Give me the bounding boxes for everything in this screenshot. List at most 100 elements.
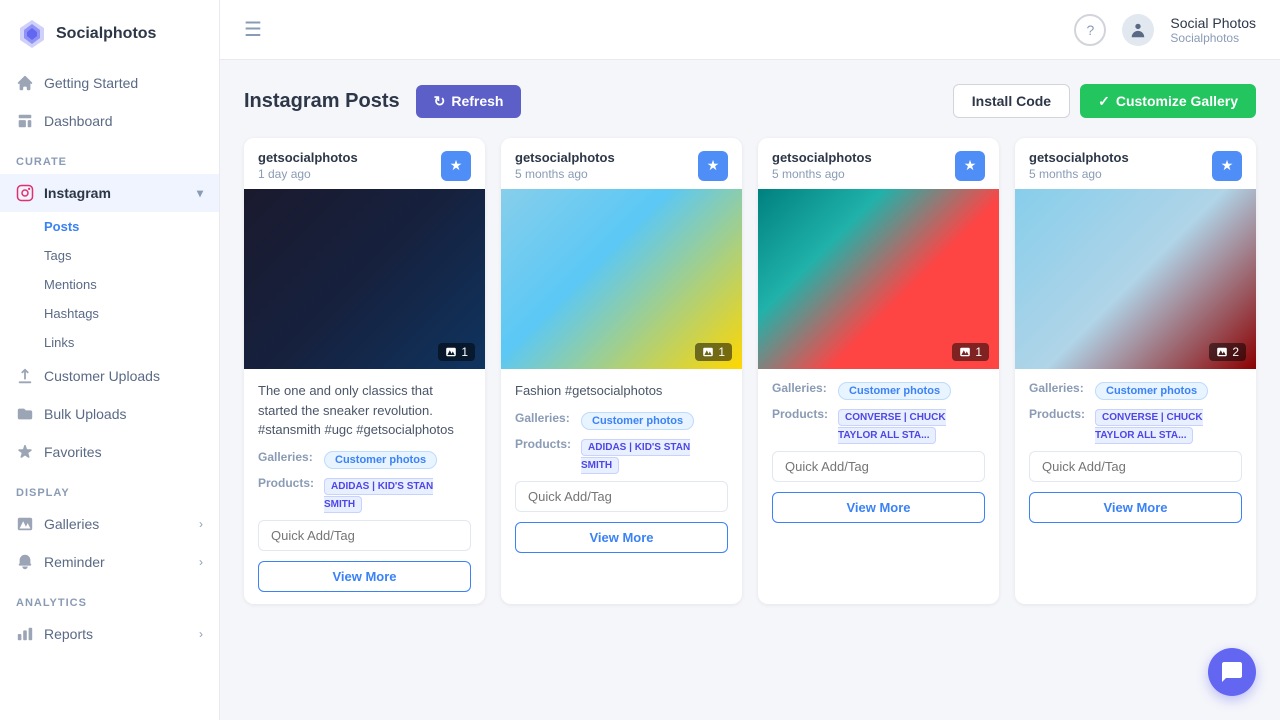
galleries-label: Galleries — [44, 516, 99, 532]
sidebar-item-mentions[interactable]: Mentions — [44, 270, 219, 299]
sidebar-item-links[interactable]: Links — [44, 328, 219, 357]
gallery-tags: Customer photos — [324, 450, 437, 468]
install-code-button[interactable]: Install Code — [953, 84, 1070, 118]
quick-add-input[interactable] — [1029, 451, 1242, 482]
image-count: 1 — [695, 343, 732, 361]
refresh-label: Refresh — [451, 93, 503, 109]
bulk-upload-icon — [16, 405, 34, 423]
card-time: 5 months ago — [515, 167, 615, 181]
hamburger-menu[interactable]: ☰ — [244, 17, 262, 42]
quick-add-input[interactable] — [515, 481, 728, 512]
quick-add-input[interactable] — [772, 451, 985, 482]
galleries-row: Galleries: Customer photos — [258, 450, 471, 468]
sidebar-item-getting-started-label: Getting Started — [44, 75, 138, 91]
sidebar-item-reminder[interactable]: Reminder › — [0, 543, 219, 581]
sidebar-item-bulk-uploads[interactable]: Bulk Uploads — [0, 395, 219, 433]
galleries-chevron-icon: › — [199, 517, 203, 531]
sidebar-item-dashboard[interactable]: Dashboard — [0, 102, 219, 140]
product-tags: CONVERSE | CHUCK TAYLOR ALL STA... — [1095, 407, 1242, 443]
products-label: Products: — [772, 407, 832, 421]
view-more-button[interactable]: View More — [515, 522, 728, 553]
star-button[interactable]: ★ — [441, 151, 471, 181]
star-button[interactable]: ★ — [1212, 151, 1242, 181]
products-row: Products: ADIDAS | KID'S STAN SMITH — [515, 437, 728, 473]
galleries-label: Galleries: — [258, 450, 318, 464]
card-body: Galleries: Customer photos Products: CON… — [1015, 369, 1256, 535]
sidebar: Socialphotos Getting Started Dashboard C… — [0, 0, 220, 720]
product-tag: ADIDAS | KID'S STAN SMITH — [581, 439, 690, 474]
sidebar-item-reports[interactable]: Reports › — [0, 615, 219, 653]
content-header: Instagram Posts ↻ Refresh Install Code ✓… — [244, 84, 1256, 118]
favorites-label: Favorites — [44, 444, 102, 460]
sidebar-item-customer-uploads[interactable]: Customer Uploads — [0, 357, 219, 395]
star-icon — [16, 443, 34, 461]
sidebar-item-favorites[interactable]: Favorites — [0, 433, 219, 471]
reports-label: Reports — [44, 626, 93, 642]
content-header-right: Install Code ✓ Customize Gallery — [953, 84, 1256, 118]
card-body: The one and only classics that started t… — [244, 369, 485, 604]
bell-icon — [16, 553, 34, 571]
card-time: 5 months ago — [1029, 167, 1129, 181]
sidebar-item-instagram[interactable]: Instagram ▾ — [0, 174, 219, 212]
reports-icon — [16, 625, 34, 643]
instagram-item-left: Instagram — [16, 184, 111, 202]
sidebar-item-galleries[interactable]: Galleries › — [0, 505, 219, 543]
gallery-tags: Customer photos — [1095, 381, 1208, 399]
help-button[interactable]: ? — [1074, 14, 1106, 46]
galleries-row: Galleries: Customer photos — [1029, 381, 1242, 399]
product-tag: ADIDAS | KID'S STAN SMITH — [324, 478, 433, 513]
star-button[interactable]: ★ — [698, 151, 728, 181]
sidebar-section-display: DISPLAY — [0, 471, 219, 505]
chat-icon — [1220, 660, 1244, 684]
customer-uploads-label: Customer Uploads — [44, 368, 160, 384]
view-more-button[interactable]: View More — [258, 561, 471, 592]
dashboard-icon — [16, 112, 34, 130]
image-count: 1 — [438, 343, 475, 361]
sidebar-item-dashboard-label: Dashboard — [44, 113, 113, 129]
card-2: getsocialphotos 5 months ago ★ 1 Galleri… — [758, 138, 999, 604]
view-more-button[interactable]: View More — [772, 492, 985, 523]
card-header: getsocialphotos 5 months ago ★ — [758, 138, 999, 189]
image-icon — [959, 346, 971, 358]
card-user-info: getsocialphotos 5 months ago — [515, 150, 615, 181]
products-row: Products: CONVERSE | CHUCK TAYLOR ALL ST… — [1029, 407, 1242, 443]
product-tag: CONVERSE | CHUCK TAYLOR ALL STA... — [838, 409, 946, 444]
galleries-row: Galleries: Customer photos — [515, 411, 728, 429]
image-count: 1 — [952, 343, 989, 361]
customize-gallery-button[interactable]: ✓ Customize Gallery — [1080, 84, 1256, 118]
product-tags: CONVERSE | CHUCK TAYLOR ALL STA... — [838, 407, 985, 443]
product-tag: CONVERSE | CHUCK TAYLOR ALL STA... — [1095, 409, 1203, 444]
card-header: getsocialphotos 1 day ago ★ — [244, 138, 485, 189]
instagram-icon — [16, 184, 34, 202]
chat-fab-button[interactable] — [1208, 648, 1256, 696]
instagram-label: Instagram — [44, 185, 111, 201]
card-body: Fashion #getsocialphotos Galleries: Cust… — [501, 369, 742, 565]
products-label: Products: — [258, 476, 318, 490]
refresh-button[interactable]: ↻ Refresh — [416, 85, 522, 118]
galleries-icon — [16, 515, 34, 533]
card-username: getsocialphotos — [1029, 150, 1129, 165]
card-user-info: getsocialphotos 5 months ago — [772, 150, 872, 181]
card-body: Galleries: Customer photos Products: CON… — [758, 369, 999, 535]
card-1: getsocialphotos 5 months ago ★ 1 Fashion… — [501, 138, 742, 604]
app-name: Socialphotos — [56, 25, 156, 43]
gallery-tag: Customer photos — [838, 382, 951, 400]
card-caption: The one and only classics that started t… — [258, 381, 471, 440]
sidebar-item-hashtags[interactable]: Hashtags — [44, 299, 219, 328]
card-image: 2 — [1015, 189, 1256, 369]
sidebar-item-tags[interactable]: Tags — [44, 241, 219, 270]
instagram-sub-menu: Posts Tags Mentions Hashtags Links — [0, 212, 219, 357]
sidebar-item-posts[interactable]: Posts — [44, 212, 219, 241]
gallery-tags: Customer photos — [581, 411, 694, 429]
star-button[interactable]: ★ — [955, 151, 985, 181]
customize-label: Customize Gallery — [1116, 93, 1238, 109]
card-header: getsocialphotos 5 months ago ★ — [501, 138, 742, 189]
sidebar-item-getting-started[interactable]: Getting Started — [0, 64, 219, 102]
content-header-left: Instagram Posts ↻ Refresh — [244, 85, 521, 118]
card-0: getsocialphotos 1 day ago ★ 1 The one an… — [244, 138, 485, 604]
quick-add-input[interactable] — [258, 520, 471, 551]
customize-icon: ✓ — [1098, 93, 1110, 110]
cards-grid: getsocialphotos 1 day ago ★ 1 The one an… — [244, 138, 1256, 604]
reminder-chevron-icon: › — [199, 555, 203, 569]
view-more-button[interactable]: View More — [1029, 492, 1242, 523]
